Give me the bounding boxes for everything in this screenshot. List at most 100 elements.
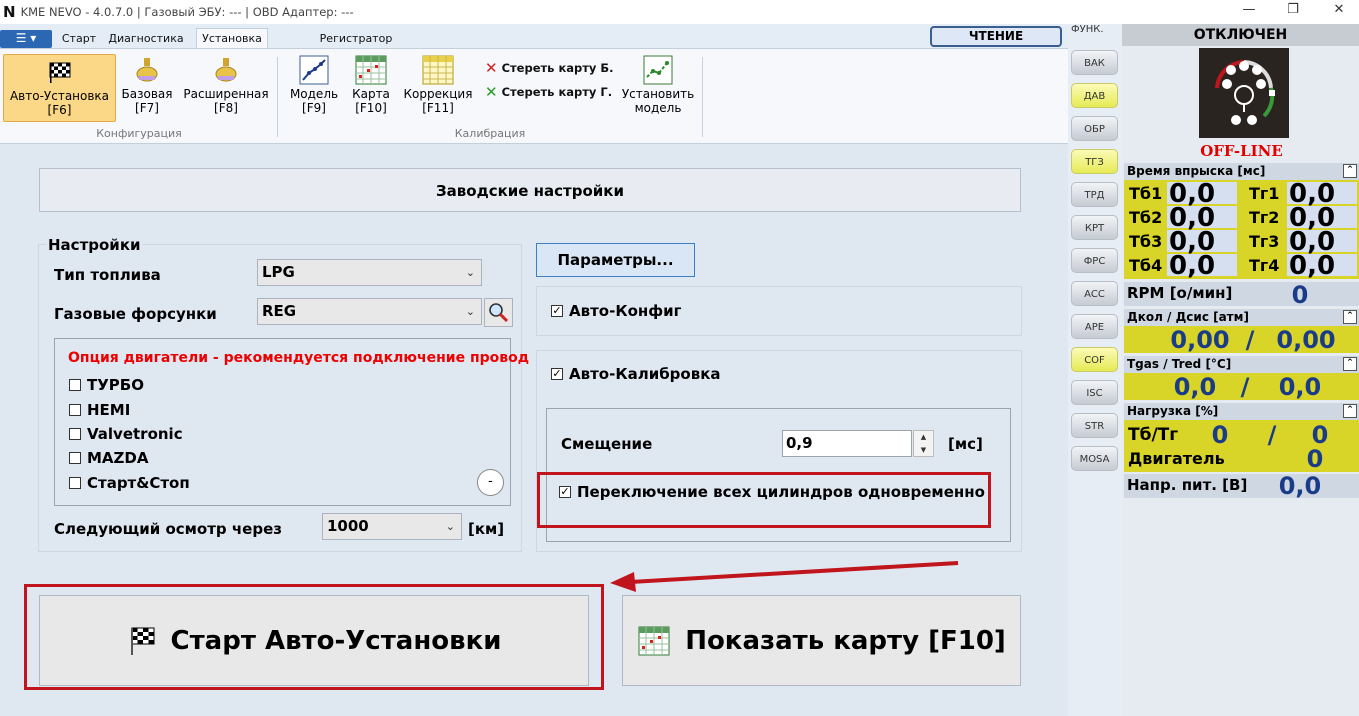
offset-input[interactable]: 0,9 [782,430,912,457]
group-label-calibration: Калибрация [454,127,526,140]
option-valvetronic[interactable]: Valvetronic [69,425,183,443]
auto-config-checkbox[interactable]: ✓ Авто-Конфиг [551,302,682,320]
set-model-button[interactable]: Установить модель [618,53,698,123]
engine-options-warning: Опция двигатели - рекомендуется подключе… [68,350,530,366]
func-button[interactable]: COF [1071,347,1118,372]
petrol-injector-label: Тб4 [1129,256,1163,275]
collapse-icon[interactable]: ⌃ [1343,404,1357,418]
model-key: [F9] [302,101,326,115]
func-button[interactable]: АРЕ [1071,314,1118,339]
collapse-icon[interactable]: ⌃ [1343,164,1357,178]
map-grid-icon [355,55,387,85]
basic-setup-label: Базовая [121,87,173,101]
annotation-arrow [610,561,959,592]
correction-table-icon [422,55,454,85]
auto-calibration-label: Авто-Калибровка [569,365,721,383]
highlight-frame [24,584,604,690]
app-logo: N [3,3,16,21]
injectors-select[interactable]: REG ⌄ [257,298,482,325]
map-button[interactable]: Карта [F10] [348,53,394,123]
option-hemi-label: HEMI [87,401,131,419]
auto-setup-label: Авто-Установка [9,89,110,103]
show-map-button[interactable]: Показать карту [F10] [622,595,1021,686]
tab-diagnostics[interactable]: Диагностика [104,30,188,48]
tab-installation[interactable]: Установка [196,28,268,49]
tab-start[interactable]: Старт [60,30,98,48]
auto-setup-button[interactable]: Авто-Установка [F6] [3,54,116,122]
injector-search-button[interactable] [484,298,513,327]
pressure-header: Дкол / Дсис [атм] ⌃ [1124,309,1359,326]
petrol-injector-value: 0,0 [1167,253,1237,279]
collapse-round-button[interactable]: - [477,469,504,496]
next-service-label: Следующий осмотр через [54,520,282,538]
auto-calibration-checkbox[interactable]: ✓ Авто-Калибровка [551,365,721,383]
auto-config-label: Авто-Конфиг [569,302,682,320]
auto-setup-key: [F6] [47,103,72,117]
ribbon-separator [277,57,278,137]
func-button[interactable]: КРТ [1071,215,1118,240]
option-hemi[interactable]: HEMI [69,401,130,419]
correction-button[interactable]: Коррекция [F11] [400,53,476,123]
option-start-stop[interactable]: Старт&Стоп [69,474,190,492]
collapse-icon[interactable]: ⌃ [1343,357,1357,371]
gauge-panel [1199,48,1289,138]
option-turbo[interactable]: ТУРБО [69,376,144,394]
extended-setup-button[interactable]: Расширенная [F8] [180,53,272,123]
model-label: Модель [289,87,339,101]
model-button[interactable]: Модель [F9] [286,53,342,123]
temperature-value-1: 0,0 [1173,373,1217,401]
petrol-injector-value: 0,0 [1167,205,1237,231]
option-turbo-label: ТУРБО [87,376,144,394]
offset-spinner[interactable]: ▲ ▼ [913,430,934,457]
red-x-icon: ✕ [485,59,498,77]
rpm-row: RPM [о/мин] [1124,282,1359,306]
petrol-injector-label: Тб1 [1129,184,1163,203]
checkbox-icon [69,428,81,440]
next-service-select[interactable]: 1000 ⌄ [322,513,462,540]
gas-valve-icon [136,58,158,82]
tab-recorder[interactable]: Регистратор (Осциллограф) [276,30,436,63]
petrol-injector-value: 0,0 [1167,229,1237,255]
func-button[interactable]: STR [1071,413,1118,438]
menu-icon: ☰ ▾ [15,31,37,45]
group-label-configuration: Конфигурация [96,127,182,140]
petrol-injector-label: Тб2 [1129,208,1163,227]
gas-valve-icon [215,58,237,82]
gas-injector-value: 0,0 [1287,181,1357,207]
func-button[interactable]: ФРС [1071,248,1118,273]
func-button[interactable]: АСС [1071,281,1118,306]
set-model-label-1: Установить [621,87,695,101]
temperature-title: Tgas / Tred [°C] [1127,357,1232,371]
load-value-1: 0 [1211,421,1229,449]
func-button[interactable]: ОБР [1071,116,1118,141]
fuel-type-select[interactable]: LPG ⌄ [257,259,482,286]
file-menu-button[interactable]: ☰ ▾ [0,30,52,48]
checkbox-icon [69,404,81,416]
ribbon: Авто-Установка [F6] Базовая [F7] Расшире… [0,48,1068,144]
close-button[interactable]: ✕ [1324,2,1354,17]
erase-petrol-map-button[interactable]: ✕ Стереть карту Б. [485,59,614,77]
restore-button[interactable]: ❐ [1278,2,1308,17]
option-mazda[interactable]: MAZDA [69,449,148,467]
func-button[interactable]: ТГЗ [1071,149,1118,174]
parameters-button[interactable]: Параметры... [536,243,695,277]
minimize-button[interactable]: — [1234,2,1264,17]
function-strip-title: ФУНК. [1071,24,1104,35]
erase-gas-map-button[interactable]: ✕ Стереть карту Г. [485,83,612,101]
checkbox-checked-icon: ✓ [551,367,563,380]
injectors-value: REG [262,302,297,320]
func-button[interactable]: MOSA [1071,446,1118,471]
basic-setup-button[interactable]: Базовая [F7] [120,53,174,123]
load-header: Нагрузка [%] ⌃ [1124,403,1359,420]
checkbox-icon [69,379,81,391]
read-button[interactable]: ЧТЕНИЕ [930,26,1062,47]
func-button[interactable]: ISC [1071,380,1118,405]
func-button[interactable]: ТРД [1071,182,1118,207]
switch-all-cylinders-checkbox[interactable]: ✓ Переключение всех цилиндров одновременн… [559,483,985,501]
gas-injector-value: 0,0 [1287,229,1357,255]
func-button[interactable]: ВАК [1071,50,1118,75]
collapse-icon[interactable]: ⌃ [1343,310,1357,324]
func-button[interactable]: ДАВ [1071,83,1118,108]
factory-settings-button[interactable]: Заводские настройки [39,168,1021,212]
erase-gas-map-label: Стереть карту Г. [501,85,613,99]
